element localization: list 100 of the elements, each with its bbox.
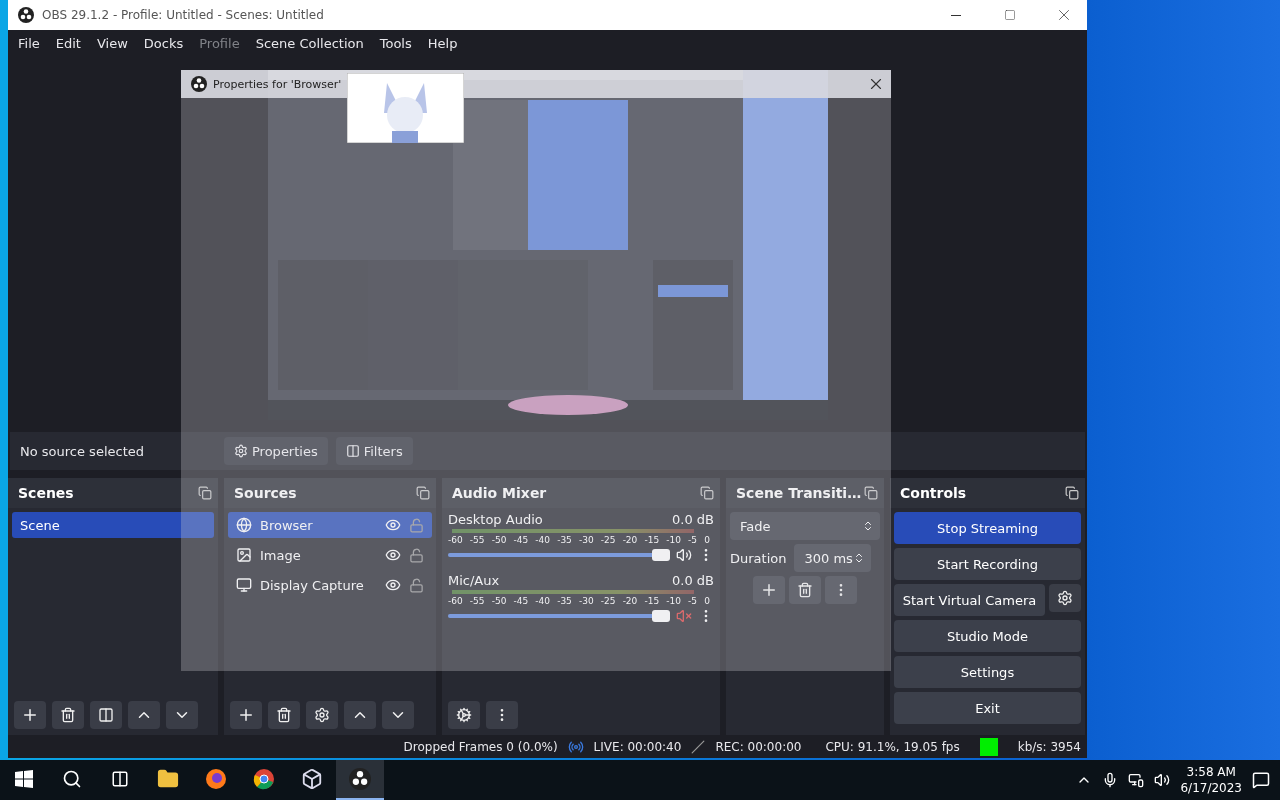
float-dock-icon[interactable] (416, 486, 430, 500)
plus-icon (237, 706, 255, 724)
menu-item[interactable]: Docks (135, 36, 192, 51)
round-browser-icon (253, 768, 275, 790)
add-button[interactable] (753, 576, 785, 604)
taskbar-app[interactable] (336, 760, 384, 800)
source-status: No source selected (20, 443, 145, 459)
add-button[interactable] (230, 701, 262, 729)
dock-title: Audio Mixer (452, 485, 547, 501)
move-down-button[interactable] (166, 701, 198, 729)
settings-button[interactable] (1049, 584, 1081, 612)
properties-button[interactable]: Properties (224, 437, 328, 465)
scene-item[interactable]: Scene (12, 512, 214, 538)
meter-tick: -35 (557, 535, 572, 545)
meter-tick: -45 (513, 596, 529, 606)
filter-icon (345, 444, 360, 458)
network-icon[interactable] (1128, 772, 1145, 788)
eye-icon[interactable] (385, 517, 401, 533)
float-dock-icon[interactable] (198, 486, 212, 500)
dock-title: Scene Transiti… (736, 485, 862, 501)
meter-tick: -10 (666, 596, 681, 606)
window-title: OBS 29.1.2 - Profile: Untitled - Scenes: Untitled (42, 8, 325, 22)
menu-item[interactable]: Help (419, 36, 466, 51)
task-view-icon (111, 770, 129, 788)
cpu-usage: CPU: 91.1%, 19.05 fps (825, 739, 960, 754)
meter-tick: -40 (535, 535, 550, 545)
unlock-icon[interactable] (409, 547, 424, 563)
cube-icon (301, 768, 323, 790)
obs-logo-icon (191, 76, 207, 92)
meter-tick: -50 (491, 535, 507, 545)
meter-tick: -20 (622, 596, 638, 606)
gear-icon (456, 707, 472, 723)
folder-icon (157, 768, 179, 790)
plus-icon (760, 581, 778, 599)
control-button[interactable]: Studio Mode (894, 620, 1081, 652)
meter-tick: -60 (448, 535, 463, 545)
trash-icon (60, 707, 76, 723)
float-dock-icon[interactable] (700, 486, 714, 500)
meter-tick: -5 (688, 535, 698, 545)
duration-field[interactable]: 300 ms (794, 544, 871, 572)
control-button[interactable]: Settings (894, 656, 1081, 688)
meter-tick: -5 (688, 596, 698, 606)
live-time: LIVE: 00:00:40 (593, 739, 682, 754)
source-item[interactable]: Image (228, 542, 432, 568)
settings-icon (314, 707, 330, 723)
menu-item[interactable]: Scene Collection (247, 36, 372, 51)
meter-tick: -25 (600, 535, 616, 545)
eye-icon[interactable] (385, 547, 401, 563)
meter-tick: -30 (578, 535, 594, 545)
float-dock-icon[interactable] (864, 486, 878, 500)
move-down-button[interactable] (382, 701, 414, 729)
spinner-arrows-icon (862, 520, 874, 532)
settings-icon (234, 444, 248, 458)
remove-button[interactable] (52, 701, 84, 729)
float-dock-icon[interactable] (1065, 486, 1079, 500)
speaker-icon[interactable] (676, 547, 692, 563)
unlock-icon[interactable] (409, 577, 424, 593)
remove-button[interactable] (789, 576, 821, 604)
remove-button[interactable] (268, 701, 300, 729)
bitrate: kb/s: 3954 (1017, 739, 1081, 754)
menu-item[interactable]: Edit (47, 36, 89, 51)
meter-tick: 0 (704, 596, 710, 606)
duration-label: Duration (730, 550, 787, 566)
menu-item[interactable]: File (10, 36, 48, 51)
control-button[interactable]: Start Recording (894, 548, 1081, 580)
menu-item[interactable]: View (88, 36, 136, 51)
control-button[interactable]: Stop Streaming (894, 512, 1081, 544)
trash-icon (276, 707, 292, 723)
filters-button[interactable]: Filters (335, 437, 413, 465)
monitor-icon (236, 577, 252, 593)
settings-button[interactable] (306, 701, 338, 729)
meter-tick: -55 (469, 596, 485, 606)
meter-tick: 0 (704, 535, 710, 545)
taskbar-clock[interactable]: 3:58 AM 6/17/2023 (1180, 764, 1242, 796)
source-item[interactable]: Display Capture (228, 572, 432, 598)
transition-select[interactable]: Fade (730, 512, 880, 540)
dock-title: Sources (234, 485, 297, 501)
settings-icon (1057, 590, 1073, 606)
meter-tick: -10 (666, 535, 681, 545)
move-up-button[interactable] (344, 701, 376, 729)
volume-icon[interactable] (1154, 772, 1171, 788)
meter-tick: -15 (644, 596, 660, 606)
meter-tick: -50 (491, 596, 507, 606)
eye-icon[interactable] (385, 577, 401, 593)
control-button[interactable]: Start Virtual Camera (894, 584, 1045, 616)
windows-icon (15, 770, 33, 788)
filter-icon (98, 707, 114, 723)
meter-tick: -25 (600, 596, 616, 606)
control-button[interactable]: Exit (894, 692, 1081, 724)
dock-title: Controls (900, 485, 967, 501)
plus-icon (21, 706, 39, 724)
audio-settings-button[interactable] (448, 701, 480, 729)
source-item[interactable]: Browser (228, 512, 432, 538)
add-button[interactable] (14, 701, 46, 729)
filters-button[interactable] (90, 701, 122, 729)
globe-icon (236, 517, 252, 533)
meter-tick: -30 (578, 596, 594, 606)
menu-item[interactable]: Tools (371, 36, 420, 51)
move-up-button[interactable] (128, 701, 160, 729)
notification-icon[interactable] (1252, 771, 1270, 789)
